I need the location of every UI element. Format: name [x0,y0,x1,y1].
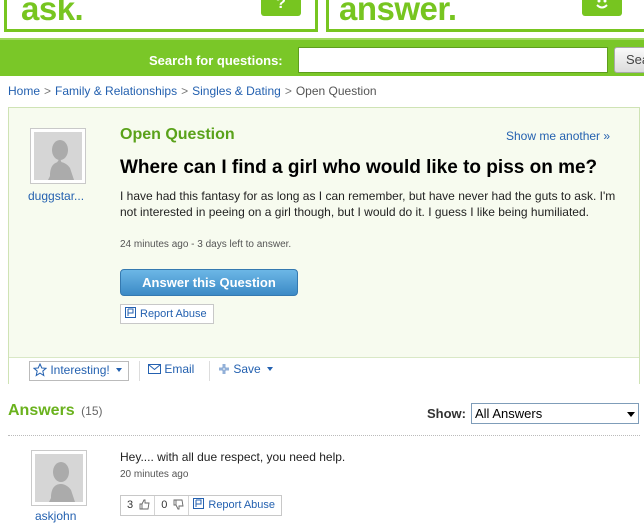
search-button[interactable]: Sea [614,47,644,73]
flag-icon [193,498,205,509]
plus-icon [219,364,229,374]
breadcrumb-separator: > [181,84,189,98]
default-avatar-icon [34,132,82,180]
chevron-down-icon [115,368,122,372]
flag-icon [125,307,136,318]
question-actions: Interesting! Email Save [9,357,639,384]
breadcrumb: Home > Family & Relationships > Singles & Da… [8,84,377,98]
question-status: Open Question [120,126,235,143]
search-input[interactable] [298,47,608,73]
answer-question-button[interactable]: Answer this Question [120,269,298,296]
answer-author[interactable]: askjohn [35,509,76,523]
show-filter-label: Show: [427,406,466,421]
email-label: Email [164,362,195,376]
question-body: I have had this fantasy for as long as I… [120,189,616,219]
chevron-down-icon [266,367,273,371]
interesting-button[interactable]: Interesting! [29,361,129,381]
answer-tab[interactable]: answer. [326,0,644,32]
dropdown-arrow-icon [627,412,635,417]
question-timestamp: 24 minutes ago - 3 days left to answer. [120,239,292,250]
envelope-icon [148,364,161,374]
question-title: Where can I find a girl who would like t… [120,157,598,178]
save-label: Save [233,362,261,376]
smiley-icon [596,0,608,9]
avatar[interactable] [30,128,86,184]
question-content: duggstar... Open Question Show me anothe… [9,108,639,358]
show-filter-value: All Answers [475,406,543,421]
site-header: ask. ? answer. [0,0,644,38]
search-label: Search for questions: [149,53,283,68]
answer-avatar[interactable] [31,450,87,506]
star-icon [32,362,48,377]
breadcrumb-current: Open Question [295,84,377,98]
answer-title[interactable]: answer. [339,0,457,28]
thumbs-up-count: 3 [127,499,134,511]
answer-report-abuse-button[interactable]: Report Abuse [189,496,281,515]
answers-heading-label: Answers [8,402,75,419]
show-filter-select[interactable]: All Answers [471,403,639,424]
default-avatar-icon [35,454,83,502]
show-another-link[interactable]: Show me another » [506,129,610,143]
breadcrumb-separator: > [284,84,292,98]
breadcrumb-singles-dating[interactable]: Singles & Dating [192,84,281,98]
breadcrumb-separator: > [44,84,52,98]
thumbs-down-count: 0 [161,499,168,511]
report-abuse-label: Report Abuse [208,499,276,511]
thumbs-down-icon [173,499,184,510]
answer-actions: 3 0 Report Abuse [120,495,283,516]
save-button[interactable]: Save [209,361,279,381]
email-button[interactable]: Email [139,361,200,381]
question-panel: duggstar... Open Question Show me anothe… [8,107,640,384]
answer-smiley-button[interactable] [582,0,622,16]
thumbs-up-button[interactable]: 3 [121,496,156,515]
answer-text: Hey.... with all due respect, you need h… [120,450,346,464]
thumbs-down-button[interactable]: 0 [155,496,190,515]
thumbs-up-icon [139,499,150,510]
report-abuse-button[interactable]: Report Abuse [120,304,214,324]
report-abuse-label: Report Abuse [140,308,207,320]
question-author[interactable]: duggstar... [28,189,84,203]
answers-count: (15) [81,404,103,418]
breadcrumb-home[interactable]: Home [8,84,40,98]
search-bar: Search for questions: Sea [0,38,644,76]
breadcrumb-family-relationships[interactable]: Family & Relationships [55,84,177,98]
interesting-label: Interesting! [50,363,110,377]
answer-timestamp: 20 minutes ago [120,469,189,480]
answers-heading: Answers (15) [8,402,103,420]
ask-title[interactable]: ask. [21,0,84,28]
ask-tab[interactable]: ask. ? [4,0,318,32]
ask-question-button[interactable]: ? [261,0,301,16]
answers-divider [8,435,640,436]
